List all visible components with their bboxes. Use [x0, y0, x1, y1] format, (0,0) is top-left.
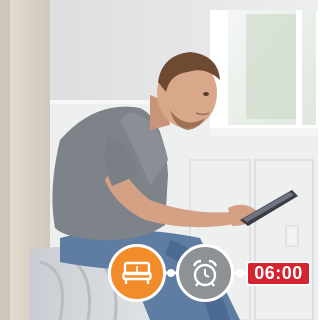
bed-icon-button[interactable]: [108, 244, 166, 302]
alarm-clock-icon: [192, 259, 218, 287]
photo-scene: 06:00: [0, 0, 318, 320]
alarm-clock-icon-button[interactable]: [176, 244, 234, 302]
alarm-time-badge[interactable]: 06:00: [246, 261, 311, 286]
bed-icon: [122, 261, 152, 284]
